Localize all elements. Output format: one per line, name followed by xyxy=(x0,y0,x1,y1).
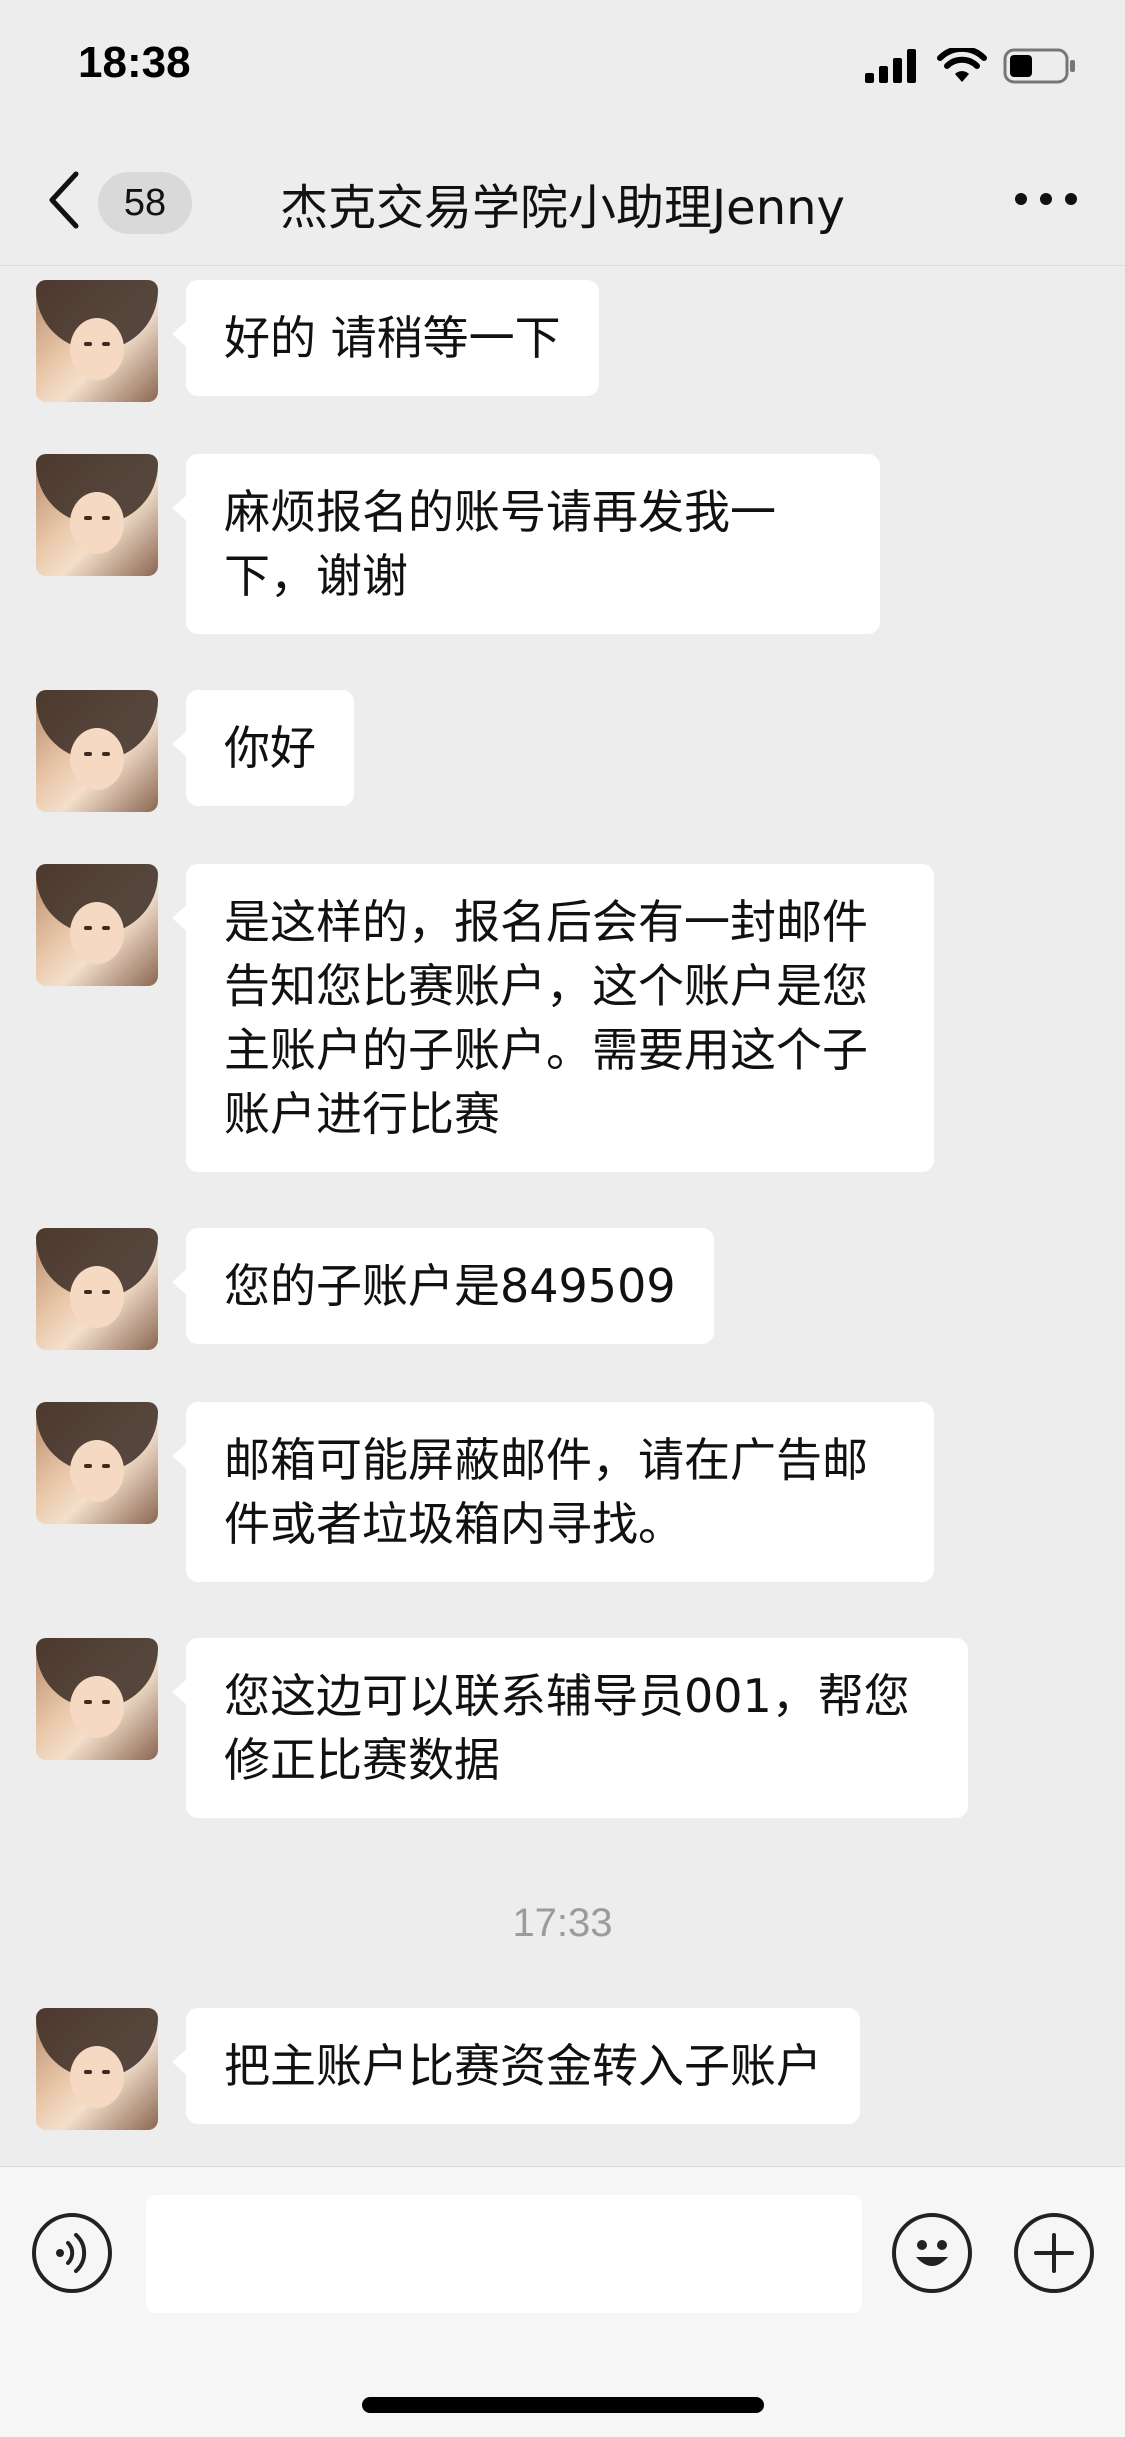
contact-avatar[interactable] xyxy=(36,690,158,812)
wifi-icon xyxy=(937,48,987,82)
message-row: 是这样的，报名后会有一封邮件告知您比赛账户，这个账户是您主账户的子账户。需要用这… xyxy=(36,864,934,1172)
status-time: 18:38 xyxy=(78,38,191,87)
message-row: 你好 xyxy=(36,690,354,812)
message-row: 麻烦报名的账号请再发我一下，谢谢 xyxy=(36,454,880,634)
message-row: 好的 请稍等一下 xyxy=(36,280,599,402)
contact-avatar[interactable] xyxy=(36,1228,158,1350)
contact-avatar[interactable] xyxy=(36,454,158,576)
contact-avatar[interactable] xyxy=(36,864,158,986)
message-row: 您这边可以联系辅导员001，帮您修正比赛数据 xyxy=(36,1638,968,1818)
signal-icon xyxy=(865,49,916,83)
message-bubble[interactable]: 是这样的，报名后会有一封邮件告知您比赛账户，这个账户是您主账户的子账户。需要用这… xyxy=(172,864,934,1172)
message-row: 把主账户比赛资金转入子账户 xyxy=(36,2008,860,2130)
plus-button[interactable] xyxy=(1014,2213,1094,2293)
more-dots-icon[interactable] xyxy=(1011,184,1081,214)
emoji-icon xyxy=(916,2240,948,2266)
contact-avatar[interactable] xyxy=(36,1402,158,1524)
message-row: 您的子账户是849509 xyxy=(36,1228,714,1350)
message-bubble[interactable]: 你好 xyxy=(172,690,354,806)
contact-avatar[interactable] xyxy=(36,280,158,402)
message-bubble[interactable]: 麻烦报名的账号请再发我一下，谢谢 xyxy=(172,454,880,634)
chat-title: 杰克交易学院小助理Jenny xyxy=(280,180,845,236)
contact-avatar[interactable] xyxy=(36,1638,158,1760)
status-bar: 18:38 xyxy=(0,0,1125,140)
voice-icon xyxy=(56,2233,87,2273)
battery-icon xyxy=(1003,48,1075,84)
input-bar xyxy=(0,2166,1125,2437)
emoji-button[interactable] xyxy=(892,2213,972,2293)
message-row: 邮箱可能屏蔽邮件，请在广告邮件或者垃圾箱内寻找。 xyxy=(36,1402,934,1582)
home-indicator[interactable] xyxy=(362,2397,764,2413)
voice-button[interactable] xyxy=(32,2213,112,2293)
message-list[interactable]: 好的 请稍等一下 麻烦报名的账号请再发我一下，谢谢 你好 是这样的，报名后会有一… xyxy=(0,266,1125,2166)
message-bubble[interactable]: 把主账户比赛资金转入子账户 xyxy=(172,2008,860,2124)
message-bubble[interactable]: 您这边可以联系辅导员001，帮您修正比赛数据 xyxy=(172,1638,968,1818)
message-bubble[interactable]: 好的 请稍等一下 xyxy=(172,280,599,396)
status-icons xyxy=(865,48,1077,84)
contact-avatar[interactable] xyxy=(36,2008,158,2130)
message-bubble[interactable]: 邮箱可能屏蔽邮件，请在广告邮件或者垃圾箱内寻找。 xyxy=(172,1402,934,1582)
time-divider: 17:33 xyxy=(512,1901,613,1945)
message-input[interactable] xyxy=(146,2195,862,2313)
plus-icon xyxy=(1034,2233,1074,2273)
message-bubble[interactable]: 您的子账户是849509 xyxy=(172,1228,714,1344)
chat-header: 58 杰克交易学院小助理Jenny xyxy=(0,140,1125,266)
